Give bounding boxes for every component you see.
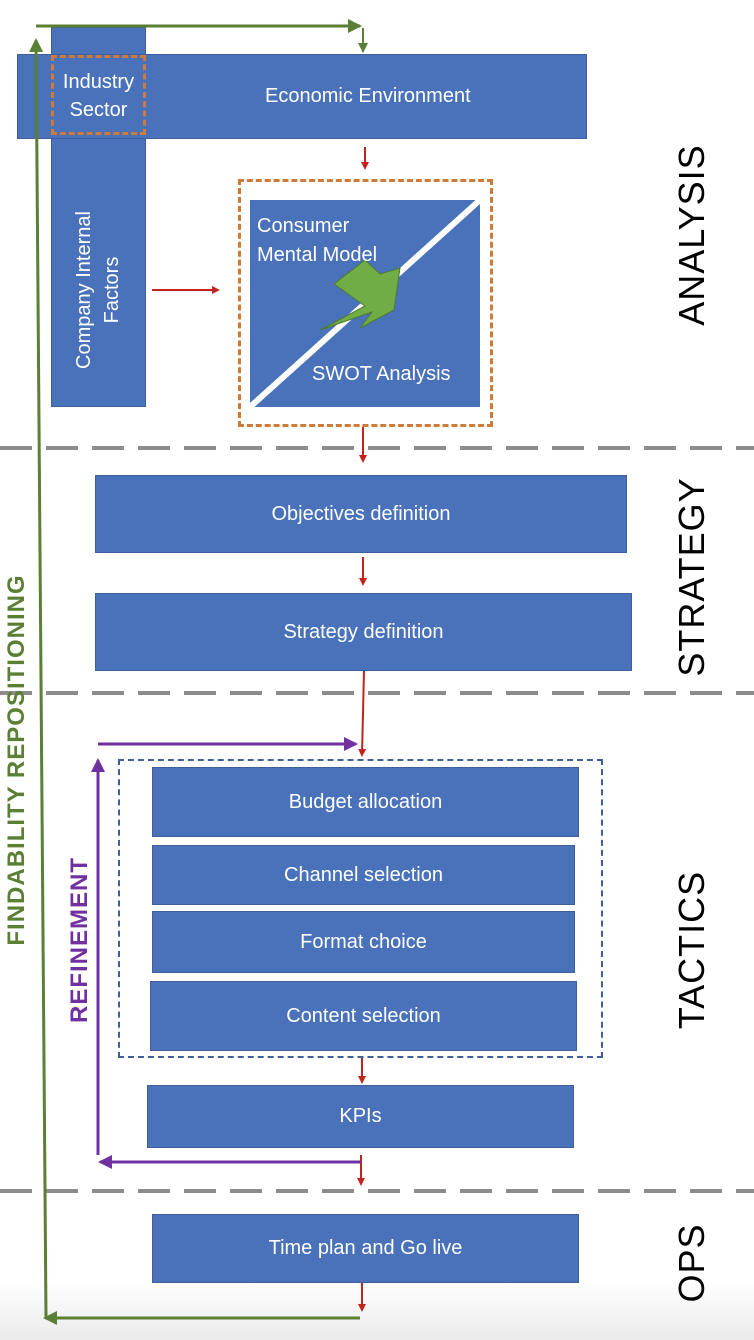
strategy-definition-label: Strategy definition <box>283 620 444 643</box>
industry-sector-line2: Sector <box>69 99 128 121</box>
content-selection-label: Content selection <box>286 1004 441 1027</box>
refinement-label: REFINEMENT <box>66 857 93 1023</box>
industry-sector-box: Industry Sector <box>51 55 146 135</box>
consumer-line2: Mental Model <box>257 244 378 266</box>
phase-label-tactics: TACTICS <box>671 870 712 1030</box>
strategy-definition-box: Strategy definition <box>95 593 632 671</box>
budget-allocation-box: Budget allocation <box>152 767 579 837</box>
channel-selection-label: Channel selection <box>284 863 443 886</box>
objectives-definition-box: Objectives definition <box>95 475 627 553</box>
influence-arrow-icon <box>319 259 401 331</box>
objectives-definition-label: Objectives definition <box>271 502 451 525</box>
industry-sector-line1: Industry <box>62 71 135 93</box>
consumer-swot-box: Consumer Mental Model SWOT Analysis <box>250 200 480 407</box>
phase-label-ops: OPS <box>671 1223 712 1303</box>
findability-repositioning-label: FINDABILITY REPOSITIONING <box>3 574 30 946</box>
consumer-line1: Consumer <box>257 215 350 237</box>
phase-label-strategy: STRATEGY <box>671 477 712 677</box>
channel-selection-box: Channel selection <box>152 845 575 905</box>
company-internal-line2: Factors <box>101 256 123 324</box>
time-plan-go-live-label: Time plan and Go live <box>268 1237 463 1259</box>
format-choice-label: Format choice <box>300 930 427 953</box>
economic-environment-label: Economic Environment <box>265 85 471 107</box>
company-internal-line1: Company Internal <box>73 211 95 369</box>
consumer-mental-model-label: Consumer Mental Model <box>257 212 377 270</box>
content-selection-box: Content selection <box>150 981 577 1051</box>
budget-allocation-label: Budget allocation <box>288 790 443 813</box>
phase-label-analysis: ANALYSIS <box>671 144 712 326</box>
swot-analysis-label: SWOT Analysis <box>312 363 451 385</box>
format-choice-box: Format choice <box>152 911 575 973</box>
kpis-box: KPIs <box>147 1085 574 1148</box>
time-plan-go-live-box: Time plan and Go live <box>152 1214 579 1283</box>
kpis-label: KPIs <box>339 1105 382 1127</box>
